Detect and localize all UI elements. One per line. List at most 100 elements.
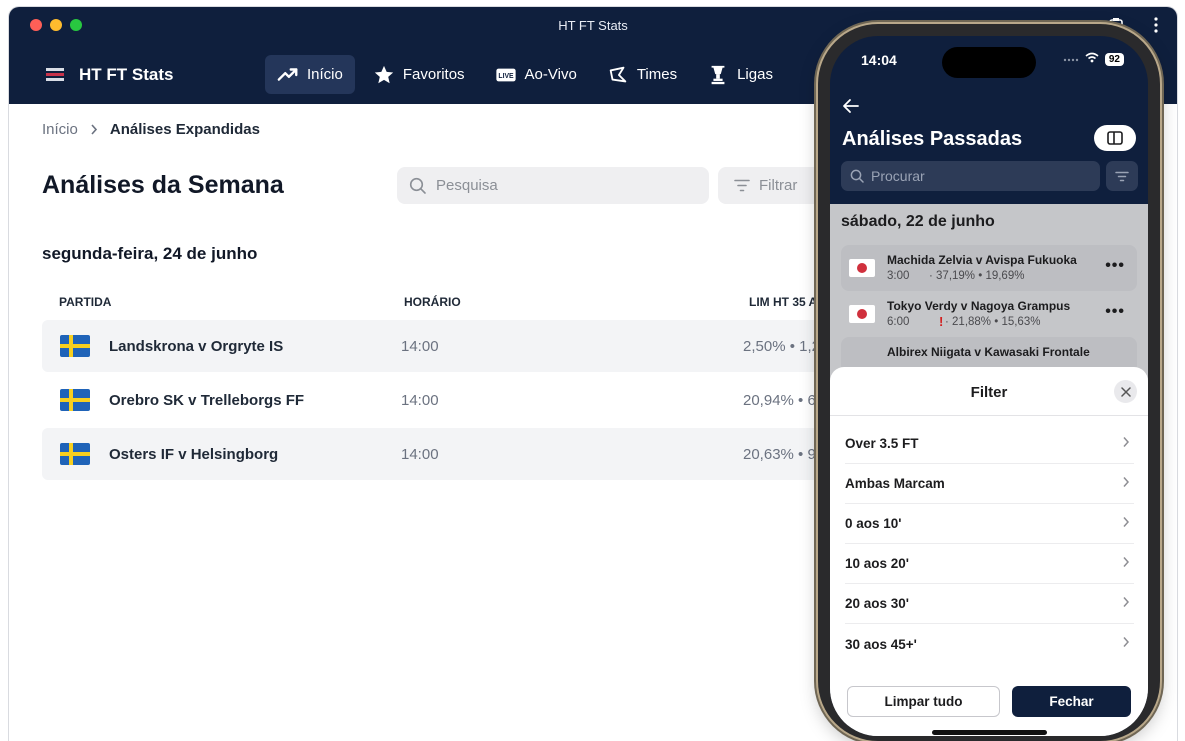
filter-option-30-45[interactable]: 30 aos 45+' xyxy=(845,624,1134,664)
filter-option-label: 20 aos 30' xyxy=(845,596,910,611)
brand-name: HT FT Stats xyxy=(79,65,174,84)
match-stats: 20,94% • 6 xyxy=(743,391,816,409)
nav-item-ligas[interactable]: Ligas xyxy=(695,55,785,94)
table-row[interactable]: Landskrona v Orgryte IS 14:00 2,50% • 1,… xyxy=(42,320,842,372)
warning-icon: ! xyxy=(939,314,944,329)
chevron-right-icon xyxy=(1123,517,1130,527)
star-icon xyxy=(374,65,394,83)
list-item-title: Albirex Niigata v Kawasaki Frontale xyxy=(887,345,1090,359)
sweden-flag-icon xyxy=(60,443,90,465)
column-header-match: PARTIDA xyxy=(59,295,112,309)
phone-search-input[interactable]: Procurar xyxy=(841,161,1100,191)
dynamic-island xyxy=(942,47,1036,78)
match-time: 14:00 xyxy=(401,337,439,355)
breadcrumb: Início Análises Expandidas xyxy=(42,121,260,138)
trending-up-icon xyxy=(277,67,298,81)
screenshot-stage: HT FT Stats HT FT Stats Início Favoritos… xyxy=(0,0,1185,741)
trophy-icon xyxy=(711,65,725,84)
filter-option-label: Over 3.5 FT xyxy=(845,436,919,451)
phone-filter-button[interactable] xyxy=(1106,161,1138,191)
breadcrumb-current: Análises Expandidas xyxy=(109,121,260,138)
phone-page-title: Análises Passadas xyxy=(842,128,1023,150)
nav-item-times[interactable]: Times xyxy=(595,55,689,94)
day-heading: segunda-feira, 24 de junho xyxy=(42,244,258,263)
close-icon xyxy=(1120,386,1131,397)
breadcrumb-home-link[interactable]: Início xyxy=(42,121,78,138)
column-header-time: HORÁRIO xyxy=(404,295,461,309)
filter-option-label: Ambas Marcam xyxy=(845,476,945,491)
filter-option-label: 10 aos 20' xyxy=(845,556,910,571)
live-icon: LIVE xyxy=(495,68,516,81)
filter-option-label: 30 aos 45+' xyxy=(845,636,917,652)
brand[interactable]: HT FT Stats xyxy=(46,65,173,85)
chevron-right-icon xyxy=(1123,437,1130,447)
match-time: 14:00 xyxy=(401,391,439,409)
match-name: Orebro SK v Trelleborgs FF xyxy=(109,391,305,409)
filter-option-over-3-5-ft[interactable]: Over 3.5 FT xyxy=(845,424,1134,464)
filter-option-ambas-marcam[interactable]: Ambas Marcam xyxy=(845,464,1134,504)
match-time: 14:00 xyxy=(401,445,439,463)
chevron-right-icon xyxy=(1123,637,1130,647)
status-time: 14:04 xyxy=(861,52,897,68)
list-date-heading: sábado, 22 de junho xyxy=(841,213,995,230)
more-vertical-icon[interactable] xyxy=(1153,16,1159,39)
filter-option-label: 0 aos 10' xyxy=(845,516,902,531)
more-horizontal-icon[interactable]: ••• xyxy=(1105,257,1125,275)
page-title: Análises da Semana xyxy=(42,171,284,199)
match-name: Osters IF v Helsingborg xyxy=(109,445,279,463)
wifi-icon xyxy=(1085,52,1099,66)
sidebar-toggle-button[interactable] xyxy=(1094,125,1136,151)
list-item[interactable]: Tokyo Verdy v Nagoya Grampus 6:00 ! · 21… xyxy=(841,291,1137,337)
filter-icon xyxy=(734,179,750,192)
nav-label: Favoritos xyxy=(402,66,465,83)
list-item-time: 6:00 xyxy=(887,316,910,328)
japan-flag-icon xyxy=(849,259,875,277)
match-stats: 2,50% • 1,2 xyxy=(743,337,820,355)
table-row[interactable]: Osters IF v Helsingborg 14:00 20,63% • 9 xyxy=(42,428,842,480)
filter-sheet: Filter Over 3.5 FT Ambas Marcam 0 aos 10… xyxy=(830,367,1148,736)
live-badge-text: LIVE xyxy=(498,73,514,80)
matches-table: Landskrona v Orgryte IS 14:00 2,50% • 1,… xyxy=(42,320,842,482)
list-item-time: 3:00 xyxy=(887,270,910,282)
phone-screen: 14:04 92 Análises Passadas Procurar sába… xyxy=(830,36,1148,736)
nav-label: Ao-Vivo xyxy=(524,66,577,83)
list-item[interactable]: Machida Zelvia v Avispa Fukuoka 3:00 · 3… xyxy=(841,245,1137,291)
more-horizontal-icon[interactable]: ••• xyxy=(1105,303,1125,321)
sheet-title: Filter xyxy=(970,384,1008,401)
filter-option-0-10[interactable]: 0 aos 10' xyxy=(845,504,1134,544)
nav-item-favoritos[interactable]: Favoritos xyxy=(361,55,477,94)
filter-label: Filtrar xyxy=(759,177,798,194)
nav-item-ao-vivo[interactable]: LIVE Ao-Vivo xyxy=(483,55,589,94)
sweden-flag-icon xyxy=(60,335,90,357)
nav-label: Times xyxy=(636,66,678,83)
search-input[interactable]: Pesquisa xyxy=(397,167,709,204)
chevron-right-icon xyxy=(1123,557,1130,567)
filter-option-10-20[interactable]: 10 aos 20' xyxy=(845,544,1134,584)
sweden-flag-icon xyxy=(60,389,90,411)
filter-option-20-30[interactable]: 20 aos 30' xyxy=(845,584,1134,624)
table-row[interactable]: Orebro SK v Trelleborgs FF 14:00 20,94% … xyxy=(42,374,842,426)
chevron-right-icon xyxy=(1123,597,1130,607)
nav-item-inicio[interactable]: Início xyxy=(265,55,355,94)
back-arrow-icon[interactable] xyxy=(842,94,860,120)
search-icon xyxy=(850,169,864,183)
battery-indicator: 92 xyxy=(1104,52,1124,66)
close-sheet-button[interactable]: Fechar xyxy=(1012,686,1131,717)
clear-all-button[interactable]: Limpar tudo xyxy=(847,686,1000,717)
sheet-close-button[interactable] xyxy=(1114,380,1137,403)
chevron-right-icon xyxy=(90,122,98,138)
list-item-stats: · 37,19% • 19,69% xyxy=(929,270,1025,282)
main-nav: Início Favoritos LIVE Ao-Vivo Times Liga… xyxy=(265,55,785,94)
nav-label: Início xyxy=(307,66,343,83)
match-stats: 20,63% • 9 xyxy=(743,445,816,463)
phone-frame: 14:04 92 Análises Passadas Procurar sába… xyxy=(818,24,1160,741)
match-name: Landskrona v Orgryte IS xyxy=(109,337,284,355)
search-placeholder: Pesquisa xyxy=(436,177,498,194)
list-item-title: Machida Zelvia v Avispa Fukuoka xyxy=(887,253,1077,267)
brand-logo-icon xyxy=(46,66,64,84)
chevron-right-icon xyxy=(1123,477,1130,487)
status-icons: 92 xyxy=(1063,52,1124,66)
pennant-icon xyxy=(609,66,627,82)
column-header-lim: LIM HT 35 A xyxy=(749,295,818,309)
sheet-divider xyxy=(830,415,1148,416)
